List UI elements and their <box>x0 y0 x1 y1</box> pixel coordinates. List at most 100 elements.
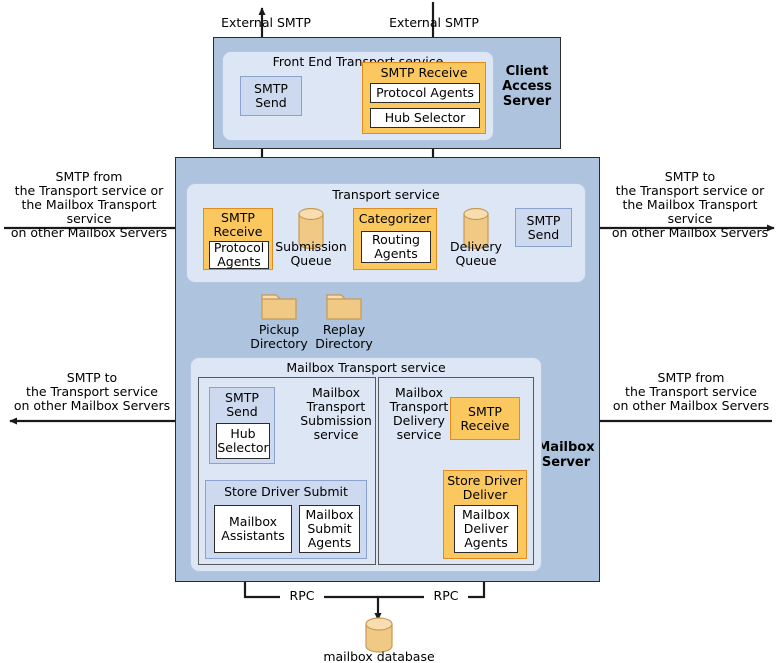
label-line: Store Driver <box>447 473 523 488</box>
label-line: SMTP to <box>66 370 118 385</box>
label-line: Directory <box>315 336 373 351</box>
mtd-smtp-receive-box[interactable]: SMTP Receive <box>450 397 520 440</box>
ts-smtp-send-box[interactable]: SMTP Send <box>515 208 572 247</box>
label-line: Hub <box>230 426 256 441</box>
fe-smtp-receive-title: SMTP Receive <box>380 65 468 80</box>
label-line: on other Mailbox Servers <box>612 398 770 413</box>
store-driver-submit-box[interactable]: Store Driver Submit Mailbox Assistants M… <box>205 480 367 559</box>
categorizer-box[interactable]: Categorizer Routing Agents <box>353 208 437 270</box>
ts-smtp-receive-box[interactable]: SMTP Receive Protocol Agents <box>203 208 273 270</box>
fe-smtp-send-box[interactable]: SMTP Send <box>240 76 302 116</box>
mailbox-assistants-box[interactable]: Mailbox Assistants <box>214 505 292 553</box>
label-line: SMTP <box>526 212 561 228</box>
label-line: service <box>396 427 442 442</box>
label-line: the Mailbox Transport service <box>21 197 157 226</box>
label-line: Mailbox <box>312 385 360 400</box>
label-line: Send <box>226 404 258 419</box>
label-rpc-left: RPC <box>280 589 324 603</box>
replay-directory-folder-icon[interactable] <box>326 291 362 321</box>
label-line: the Transport service <box>625 384 757 399</box>
label-external-smtp-top-left: External SMTP <box>221 15 311 30</box>
label-line: the Mailbox Transport service <box>622 197 758 226</box>
label-line: on other Mailbox Servers <box>13 398 171 413</box>
ts-smtp-receive-title-line: SMTP <box>221 210 255 225</box>
label-line: Selector <box>217 440 269 455</box>
label-line: Send <box>527 226 560 242</box>
label-line: Server <box>502 94 552 109</box>
pickup-directory-folder-icon[interactable] <box>261 291 297 321</box>
label-line: Access <box>502 79 552 94</box>
label-rpc-right: RPC <box>424 589 468 603</box>
label-line: Submit <box>307 521 352 536</box>
label-line: Replay <box>322 322 366 337</box>
mailbox-deliver-agents-box[interactable]: Mailbox Deliver Agents <box>454 505 518 553</box>
label-line: SMTP from <box>55 169 123 184</box>
label-line: Agents <box>464 535 508 550</box>
label-line: Server <box>541 455 591 470</box>
label-line: Transport <box>306 399 366 414</box>
label-line: Queue <box>290 253 332 268</box>
ts-smtp-receive-title-line: Receive <box>213 224 263 239</box>
label-line: Queue <box>455 253 497 268</box>
label-line: Transport <box>389 399 449 414</box>
label-line: Mailbox <box>395 385 443 400</box>
delivery-queue-label: Delivery Queue <box>440 240 512 268</box>
label-line: Assistants <box>221 528 285 543</box>
label-line: the Transport service or <box>615 183 765 198</box>
mailbox-submit-agents-box[interactable]: Mailbox Submit Agents <box>299 505 360 553</box>
label-line: Mailbox <box>305 507 354 522</box>
label-line: Routing <box>372 232 420 247</box>
label-line: Delivery <box>450 239 502 254</box>
label-line: Receive <box>460 417 510 433</box>
label-line: Delivery <box>393 413 445 428</box>
fe-protocol-agents-box[interactable]: Protocol Agents <box>370 83 480 103</box>
label-line: Agents <box>374 246 418 261</box>
label-line: Agents <box>217 254 261 269</box>
label-line: Submission <box>300 413 372 428</box>
mailbox-transport-delivery-service-title: Mailbox Transport Delivery service <box>383 386 455 442</box>
label-smtp-out-right: SMTP to the Transport service or the Mai… <box>602 170 778 240</box>
label-line: Client <box>505 64 549 79</box>
label-line: SMTP from <box>657 370 725 385</box>
ts-protocol-agents-box[interactable]: Protocol Agents <box>209 241 269 269</box>
label-mailbox-database: mailbox database <box>323 649 435 663</box>
label-smtp-out-left-lower: SMTP to the Transport service on other M… <box>8 371 176 413</box>
fe-hub-selector-box[interactable]: Hub Selector <box>370 108 480 128</box>
fe-smtp-send-label-line: Send <box>255 95 287 110</box>
categorizer-title: Categorizer <box>358 211 432 226</box>
label-line: SMTP to <box>664 169 716 184</box>
mts-smtp-send-box[interactable]: SMTP Send Hub Selector <box>209 387 275 464</box>
label-line: Submission <box>275 239 347 254</box>
submission-queue-label: Submission Queue <box>268 240 354 268</box>
fe-smtp-receive-box[interactable]: SMTP Receive Protocol Agents Hub Selecto… <box>362 62 486 134</box>
fe-smtp-send-label-line: SMTP <box>254 81 288 96</box>
label-line: the Transport service <box>26 384 158 399</box>
label-line: Directory <box>250 336 308 351</box>
routing-agents-box[interactable]: Routing Agents <box>361 231 431 263</box>
label-smtp-in-left: SMTP from the Transport service or the M… <box>2 170 176 240</box>
pickup-directory-label: Pickup Directory <box>243 323 315 351</box>
mts-hub-selector-box[interactable]: Hub Selector <box>216 423 270 459</box>
label-line: SMTP <box>468 403 502 419</box>
label-line: Protocol <box>213 240 265 255</box>
label-external-smtp-top-right: External SMTP <box>389 15 479 30</box>
label-line: service <box>313 427 359 442</box>
label-line: Deliver <box>462 487 508 502</box>
label-line: Mailbox <box>229 514 277 529</box>
label-line: on other Mailbox Servers <box>10 225 168 240</box>
client-access-server-label: Client Access Server <box>496 64 558 109</box>
label-line: SMTP <box>225 390 259 405</box>
label-line: Mailbox <box>537 440 595 455</box>
label-line: Agents <box>307 535 352 550</box>
mail-flow-diagram: External SMTP External SMTP SMTP from th… <box>0 0 778 663</box>
mailbox-server-label: Mailbox Server <box>534 440 598 470</box>
label-line: Mailbox <box>462 507 510 522</box>
store-driver-deliver-box[interactable]: Store Driver Deliver Mailbox Deliver Age… <box>443 470 527 559</box>
label-line: Deliver <box>463 521 509 536</box>
mailbox-database-cylinder-icon <box>365 617 393 653</box>
replay-directory-label: Replay Directory <box>308 323 380 351</box>
label-line: Pickup <box>258 322 300 337</box>
transport-service-title: Transport service <box>332 187 440 202</box>
label-line: the Transport service or <box>14 183 164 198</box>
label-line: on other Mailbox Servers <box>611 225 769 240</box>
